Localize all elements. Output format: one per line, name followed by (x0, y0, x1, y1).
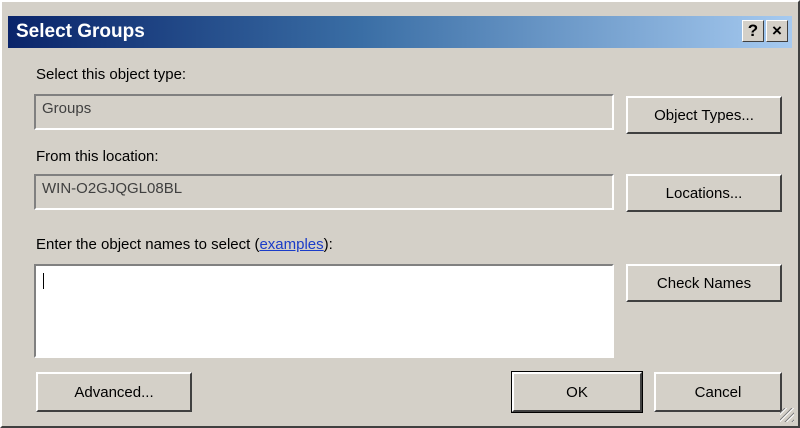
location-label: From this location: (36, 148, 159, 165)
advanced-button[interactable]: Advanced... (36, 372, 192, 412)
object-type-label: Select this object type: (36, 66, 187, 83)
examples-link[interactable]: examples (259, 236, 323, 253)
window-title: Select Groups (16, 21, 145, 42)
ok-button[interactable]: OK (511, 371, 643, 413)
help-button[interactable]: ? (742, 20, 764, 42)
close-button[interactable]: × (766, 20, 788, 42)
check-names-button[interactable]: Check Names (626, 264, 782, 302)
select-groups-dialog: Select Groups ? × Select this object typ… (0, 0, 800, 428)
title-bar[interactable]: Select Groups ? × (8, 16, 792, 48)
object-type-field: Groups (34, 94, 614, 130)
cancel-button[interactable]: Cancel (654, 372, 782, 412)
text-caret (43, 273, 44, 289)
object-names-label: Enter the object names to select (exampl… (36, 236, 333, 253)
resize-grip[interactable] (780, 408, 794, 422)
location-field: WIN-O2GJQGL08BL (34, 174, 614, 210)
locations-button[interactable]: Locations... (626, 174, 782, 212)
object-names-input[interactable] (34, 264, 614, 358)
object-types-button[interactable]: Object Types... (626, 96, 782, 134)
